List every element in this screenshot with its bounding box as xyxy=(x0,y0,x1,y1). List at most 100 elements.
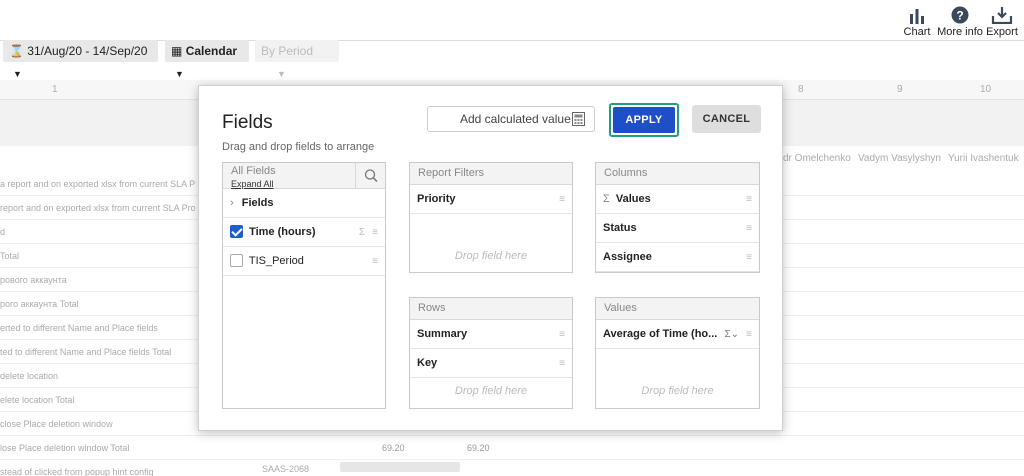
drop-zone-hint: Drop field here xyxy=(454,250,528,262)
bar-chart-icon xyxy=(910,9,924,24)
drag-handle-icon[interactable]: ≡ xyxy=(746,320,752,349)
row-item-summary[interactable]: Summary ≡ xyxy=(410,320,572,349)
row-label: рового аккаунта xyxy=(0,275,67,285)
chevron-right-icon: › xyxy=(230,197,234,209)
checkbox-unchecked[interactable] xyxy=(230,253,243,267)
row-label: close Place deletion window xyxy=(0,419,113,429)
download-icon xyxy=(991,7,1013,24)
column-item-values[interactable]: Σ Values ≡ xyxy=(596,185,759,214)
all-fields-header: All Fields Expand All xyxy=(223,163,385,189)
row-label: d xyxy=(0,227,6,237)
calculator-icon xyxy=(572,112,585,126)
calendar-label: Calendar xyxy=(185,44,238,58)
row-label: erted to different Name and Place fields xyxy=(0,323,158,333)
field-label: Summary xyxy=(417,328,468,340)
field-item-time-hours[interactable]: Time (hours) Σ ≡ xyxy=(223,218,385,247)
drag-handle-icon[interactable]: ≡ xyxy=(746,214,752,243)
horizontal-scrollbar[interactable] xyxy=(340,462,460,472)
svg-text:?: ? xyxy=(956,9,963,23)
filter-item-priority[interactable]: Priority ≡ xyxy=(410,185,572,214)
field-label: Average of Time (ho... xyxy=(603,328,718,340)
more-info-label: More info xyxy=(937,26,983,38)
field-label: Key xyxy=(417,357,438,369)
cell-value: SAAS-2068 xyxy=(262,464,310,474)
calendar-icon: ▦ xyxy=(171,44,183,58)
field-label: Time (hours) xyxy=(249,226,316,238)
column-item-status[interactable]: Status ≡ xyxy=(596,214,759,243)
drag-handle-icon[interactable]: ≡ xyxy=(559,185,565,214)
export-label: Export xyxy=(986,26,1018,38)
chevron-down-icon: ▼ xyxy=(277,69,286,79)
column-number: 9 xyxy=(897,84,903,95)
rows-title: Rows xyxy=(410,298,572,320)
row-label: report and on exported xlsx from current… xyxy=(0,203,195,213)
assignee-header: Yurii Ivashentuk xyxy=(948,153,1019,164)
checkbox-checked[interactable] xyxy=(230,224,243,238)
cell-value: 69.20 xyxy=(382,443,405,453)
column-number: 1 xyxy=(52,84,58,95)
row-label: delete location xyxy=(0,371,59,381)
help-icon: ? xyxy=(951,6,969,24)
top-bar: Chart ? More info Export xyxy=(0,0,1024,41)
apply-focus-ring: APPLY xyxy=(609,103,679,137)
cell-value: 69.20 xyxy=(467,443,490,453)
period-label: By Period xyxy=(261,44,314,58)
expand-all-link[interactable]: Expand All xyxy=(231,179,274,189)
period-dropdown[interactable]: By Period ▼ xyxy=(255,40,339,79)
chart-button[interactable]: Chart xyxy=(897,6,937,38)
row-label: stead of clicked from popup hint config xyxy=(0,467,154,476)
all-fields-title: All Fields xyxy=(231,165,276,177)
drag-handle-icon[interactable]: ≡ xyxy=(559,349,565,378)
assignee-header: Vadym Vasylyshyn xyxy=(858,153,941,164)
fields-group-label: Fields xyxy=(241,197,274,209)
values-title: Values xyxy=(596,298,759,320)
row-label: рого аккаунта Total xyxy=(0,299,79,309)
row-label: lose Place deletion window Total xyxy=(0,443,130,453)
field-label: Status xyxy=(603,222,637,234)
column-number: 10 xyxy=(980,84,992,95)
field-item-tis-period[interactable]: TIS_Period ≡ xyxy=(223,247,385,276)
drag-handle-icon[interactable]: ≡ xyxy=(559,320,565,349)
assignee-header: dr Omelchenko xyxy=(783,153,851,164)
report-filters-title: Report Filters xyxy=(410,163,572,185)
calendar-dropdown[interactable]: ▦ Calendar ▼ xyxy=(165,40,249,79)
apply-button[interactable]: APPLY xyxy=(613,107,675,133)
columns-panel: Columns Σ Values ≡ Status ≡ Assignee ≡ xyxy=(595,162,760,273)
table-row: lose Place deletion window Total 69.20 6… xyxy=(0,436,1024,460)
column-number: 8 xyxy=(798,84,804,95)
field-label: TIS_Period xyxy=(248,255,304,267)
columns-title: Columns xyxy=(596,163,759,185)
drag-handle-icon[interactable]: ≡ xyxy=(372,247,378,276)
rows-panel: Rows Summary ≡ Key ≡ Drop field here xyxy=(409,297,573,409)
row-label: ted to different Name and Place fields T… xyxy=(0,347,172,357)
date-range-selector[interactable]: ⌛ 31/Aug/20 - 14/Sep/20 ▼ xyxy=(3,40,158,79)
date-range-value: 31/Aug/20 - 14/Sep/20 xyxy=(27,44,148,58)
row-label: elete location Total xyxy=(0,395,75,405)
fields-group[interactable]: › Fields xyxy=(223,189,385,218)
sigma-icon: Σ xyxy=(603,193,610,205)
row-item-key[interactable]: Key ≡ xyxy=(410,349,572,378)
drag-handle-icon[interactable]: ≡ xyxy=(746,185,752,214)
field-label: Assignee xyxy=(603,251,652,263)
fields-dialog: Fields Drag and drop fields to arrange A… xyxy=(198,85,783,431)
drag-handle-icon[interactable]: ≡ xyxy=(746,243,752,272)
table-row: stead of clicked from popup hint config xyxy=(0,460,1024,476)
field-label: Priority xyxy=(417,193,456,205)
column-item-assignee[interactable]: Assignee ≡ xyxy=(596,243,759,272)
export-button[interactable]: Export xyxy=(982,6,1022,38)
field-search-button[interactable] xyxy=(355,163,385,189)
more-info-button[interactable]: ? More info xyxy=(936,6,984,38)
cancel-button[interactable]: CANCEL xyxy=(692,105,761,133)
chevron-down-icon: ▼ xyxy=(13,69,22,79)
drop-zone-hint: Drop field here xyxy=(454,385,528,397)
drop-zone-hint: Drop field here xyxy=(641,385,714,397)
value-item-average-time[interactable]: Average of Time (ho... Σ⌄ ≡ xyxy=(596,320,759,349)
search-icon xyxy=(364,169,378,183)
aggregation-dropdown-icon[interactable]: Σ⌄ xyxy=(724,320,739,349)
values-panel: Values Average of Time (ho... Σ⌄ ≡ Drop … xyxy=(595,297,760,409)
sigma-icon: Σ xyxy=(358,227,365,238)
row-label: a report and on exported xlsx from curre… xyxy=(0,179,195,189)
drag-handle-icon[interactable]: ≡ xyxy=(372,218,378,247)
add-calculated-value-button[interactable]: Add calculated value xyxy=(427,106,595,132)
row-label: Total xyxy=(0,251,20,261)
